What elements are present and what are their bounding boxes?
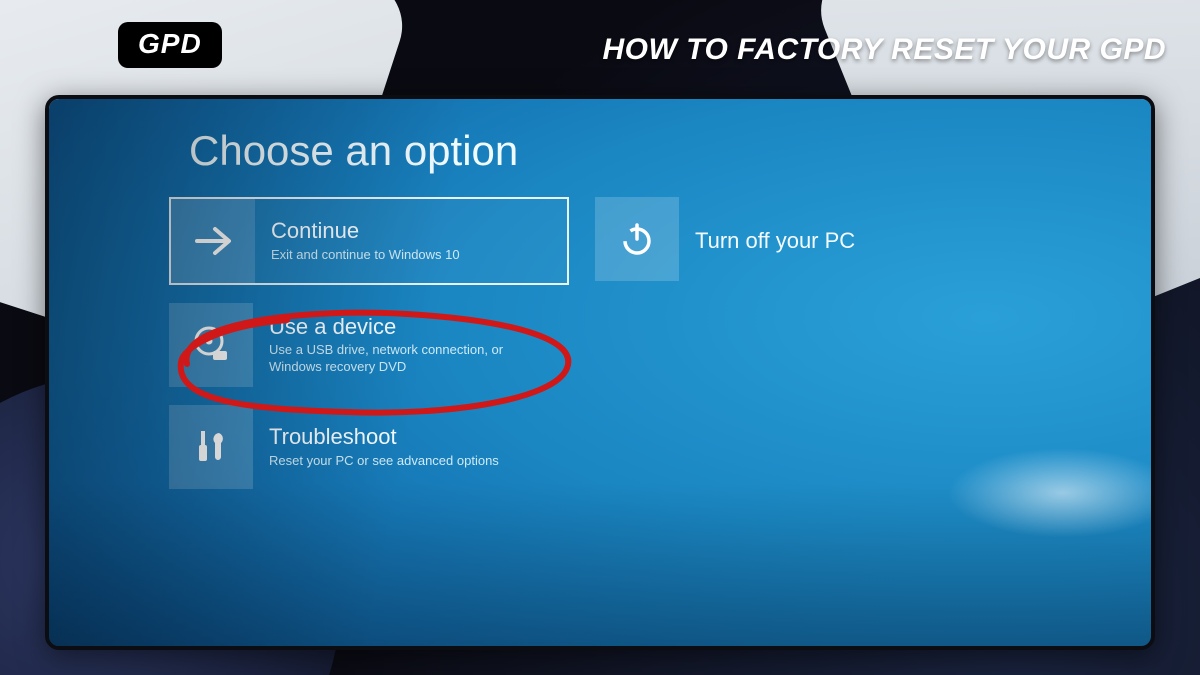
screenshot-frame: Choose an option Continue Exit and conti… (45, 95, 1155, 650)
page-title: HOW TO FACTORY RESET YOUR GPD (603, 33, 1166, 67)
option-title: Troubleshoot (269, 424, 551, 449)
option-use-a-device[interactable]: Use a device Use a USB drive, network co… (169, 303, 569, 387)
windows-recovery-screen: Choose an option Continue Exit and conti… (49, 99, 1151, 646)
disc-icon (169, 303, 253, 387)
brand-logo: GPD (118, 22, 222, 68)
option-title: Turn off your PC (695, 228, 855, 253)
option-troubleshoot[interactable]: Troubleshoot Reset your PC or see advanc… (169, 405, 569, 489)
arrow-right-icon (171, 199, 255, 283)
option-desc: Exit and continue to Windows 10 (271, 247, 531, 264)
option-continue[interactable]: Continue Exit and continue to Windows 10 (169, 197, 569, 285)
screen-heading: Choose an option (189, 127, 518, 175)
power-icon (595, 197, 679, 281)
option-turn-off[interactable]: Turn off your PC (595, 197, 873, 281)
option-desc: Reset your PC or see advanced options (269, 453, 529, 470)
option-title: Use a device (269, 314, 551, 339)
options-list: Continue Exit and continue to Windows 10… (169, 197, 1091, 489)
tools-icon (169, 405, 253, 489)
option-desc: Use a USB drive, network connection, or … (269, 342, 529, 376)
option-title: Continue (271, 218, 549, 243)
